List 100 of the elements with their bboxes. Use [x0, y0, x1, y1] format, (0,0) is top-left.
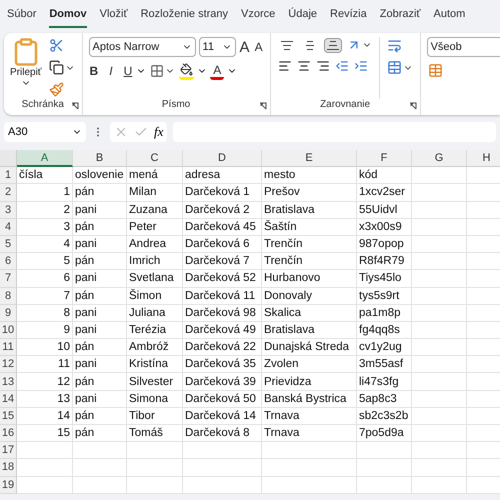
table-cell: Peter	[127, 218, 183, 236]
table-cell: pani	[73, 202, 127, 219]
table-cell: Darčeková 35	[183, 356, 262, 374]
vertical-align-button[interactable]	[324, 38, 341, 52]
row-header[interactable]: 15	[0, 408, 17, 425]
column-header[interactable]: A	[17, 150, 73, 168]
row-header[interactable]: 2	[0, 184, 17, 202]
merge-button[interactable]	[386, 59, 414, 76]
font-name-field[interactable]: Aptos Narrow	[88, 37, 196, 57]
column-header[interactable]: H	[467, 150, 500, 168]
empty-cell	[412, 270, 467, 288]
row-header[interactable]: 14	[0, 390, 17, 408]
row-header[interactable]: 7	[0, 270, 17, 288]
empty-cell	[127, 442, 183, 460]
table-cell: 11	[17, 356, 73, 374]
font-color-button[interactable]: A	[210, 62, 224, 80]
table-cell: pa1m8p	[357, 304, 412, 322]
row-header[interactable]: 12	[0, 356, 17, 374]
paste-button[interactable]: Prilepiť	[10, 37, 42, 99]
row-header[interactable]: 8	[0, 288, 17, 305]
table-cell: Kristína	[127, 356, 183, 374]
row-header[interactable]: 9	[0, 304, 17, 322]
table-cell: 14	[17, 408, 73, 425]
table-cell: Darčeková 49	[183, 322, 262, 340]
align-left-icon	[278, 59, 292, 73]
row-header[interactable]: 10	[0, 322, 17, 340]
row-header[interactable]: 3	[0, 202, 17, 219]
empty-cell	[412, 442, 467, 460]
group-label: Schránka	[22, 99, 64, 112]
empty-cell	[412, 390, 467, 408]
vertical-align-button[interactable]	[278, 38, 295, 52]
table-cell: Šimon	[127, 288, 183, 305]
table-cell: pani	[73, 356, 127, 374]
row-header[interactable]: 1	[0, 167, 17, 184]
number-format-field[interactable]: Všeob	[426, 37, 500, 57]
table-icon	[428, 63, 443, 78]
bold-button[interactable]: B	[88, 63, 100, 79]
empty-cell	[127, 459, 183, 477]
row-header[interactable]: 18	[0, 459, 17, 477]
table-cell: Prievidza	[262, 373, 357, 391]
align-top-icon	[280, 40, 294, 50]
shrink-font-button[interactable]: A	[254, 39, 264, 55]
table-cell: Prešov	[262, 184, 357, 202]
menu-tab[interactable]: Údaje	[288, 8, 318, 28]
dialog-launcher-icon[interactable]	[70, 102, 79, 110]
column-header[interactable]: D	[183, 150, 262, 168]
table-cell: Darčeková 39	[183, 373, 262, 391]
table-cell: Darčeková 2	[183, 202, 262, 219]
table-cell: Juliana	[127, 304, 183, 322]
menu-tab[interactable]: Vzorce	[241, 8, 276, 28]
table-cell: 4	[17, 236, 73, 254]
row-header[interactable]: 13	[0, 373, 17, 391]
menu-tab[interactable]: Zobraziť	[380, 8, 421, 28]
dialog-launcher-icon[interactable]	[408, 102, 417, 110]
menu-tab[interactable]: Súbor	[7, 8, 36, 28]
empty-cell	[412, 167, 467, 184]
grow-font-button[interactable]: A	[238, 38, 251, 56]
empty-cell	[412, 339, 467, 356]
table-cell: Bratislava	[262, 322, 357, 340]
table-cell: pán	[73, 339, 127, 356]
column-header[interactable]: C	[127, 150, 183, 168]
font-size-field[interactable]: 11	[198, 37, 236, 57]
row-header[interactable]: 17	[0, 442, 17, 460]
row-header[interactable]: 19	[0, 476, 17, 494]
table-cell: 10	[17, 339, 73, 356]
merge-cells-icon	[386, 60, 402, 75]
row-header[interactable]: 4	[0, 218, 17, 236]
table-cell: Darčeková 22	[183, 339, 262, 356]
menu-tab[interactable]: Vložiť	[100, 8, 128, 28]
column-header[interactable]: G	[412, 150, 467, 168]
menu-tab[interactable]: Domov	[49, 8, 87, 28]
table-cell: pani	[73, 322, 127, 340]
table-cell: Darčeková 98	[183, 304, 262, 322]
table-cell: Bratislava	[262, 202, 357, 219]
column-header[interactable]: F	[357, 150, 412, 168]
table-cell: Trnava	[262, 408, 357, 425]
menu-tab[interactable]: Revízia	[330, 8, 367, 28]
dialog-launcher-icon[interactable]	[258, 102, 267, 110]
menu-tab[interactable]: Rozloženie strany	[140, 8, 228, 28]
row-header[interactable]: 6	[0, 253, 17, 270]
column-header[interactable]: B	[73, 150, 127, 168]
underline-button[interactable]: U	[122, 63, 134, 79]
column-header[interactable]: E	[262, 150, 357, 168]
insert-function-button[interactable]: fx	[154, 124, 164, 140]
table-cell: Darčeková 8	[183, 425, 262, 442]
empty-cell	[412, 288, 467, 305]
table-cell: Donovaly	[262, 288, 357, 305]
italic-button[interactable]: I	[108, 63, 114, 79]
row-header[interactable]: 11	[0, 339, 17, 356]
fill-color-button[interactable]	[179, 62, 194, 80]
table-cell: 2	[17, 202, 73, 219]
copy-button[interactable]	[48, 59, 76, 76]
row-header[interactable]: 16	[0, 425, 17, 442]
empty-cell	[357, 459, 412, 477]
name-box[interactable]: A30	[4, 122, 86, 142]
table-cell: Tiys45lo	[357, 270, 412, 288]
table-cell: Ambróž	[127, 339, 183, 356]
table-cell: oslovenie	[73, 167, 127, 184]
row-header[interactable]: 5	[0, 236, 17, 254]
menu-tab[interactable]: Autom	[434, 8, 466, 28]
